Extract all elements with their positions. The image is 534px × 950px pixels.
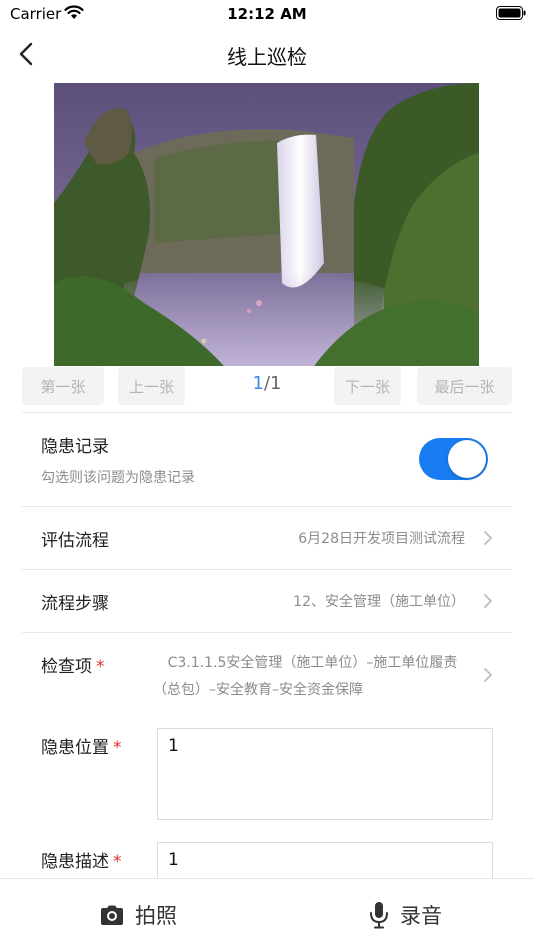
toggle-knob [448, 440, 486, 478]
divider [22, 632, 512, 633]
evaluation-flow-value[interactable]: 6月28日开发项目测试流程 [298, 528, 465, 548]
hazard-location-label-text: 隐患位置 [41, 738, 109, 758]
take-photo-label: 拍照 [135, 904, 177, 928]
hazard-description-input[interactable]: 1 [157, 842, 493, 882]
required-mark: * [113, 738, 122, 758]
hazard-record-toggle[interactable] [419, 438, 488, 480]
chevron-right-icon[interactable] [482, 592, 494, 610]
hazard-location-label: 隐患位置 * [41, 733, 122, 758]
divider [22, 569, 512, 570]
waterfall-landscape-image [54, 83, 479, 366]
bottom-action-bar: 拍照 录音 [0, 878, 534, 950]
microphone-icon [370, 902, 388, 929]
check-item-label: 检查项 * [41, 652, 105, 677]
flow-step-value[interactable]: 12、安全管理（施工单位） [293, 591, 465, 611]
nav-bar: 线上巡检 [0, 28, 534, 80]
record-audio-label: 录音 [400, 904, 442, 928]
current-page: 1 [252, 373, 264, 394]
camera-icon [101, 905, 123, 925]
hazard-record-hint: 勾选则该问题为隐患记录 [41, 470, 195, 486]
page-title: 线上巡检 [227, 45, 307, 69]
check-item-value-line1: C3.1.1.5安全管理（施工单位）–施工单位履责 [167, 655, 458, 671]
evaluation-flow-label: 评估流程 [41, 531, 109, 551]
clock: 12:12 AM [227, 5, 307, 23]
chevron-right-icon[interactable] [482, 529, 494, 547]
check-item-value-line2: （总包）–安全教育–安全资金保障 [153, 682, 363, 698]
status-bar: Carrier 12:12 AM [0, 0, 534, 28]
divider [22, 506, 512, 507]
hazard-description-label: 隐患描述 * [41, 847, 122, 872]
next-photo-button[interactable]: 下一张 [334, 367, 401, 405]
battery-icon [496, 6, 526, 20]
hazard-record-label: 隐患记录 [41, 437, 109, 457]
divider [22, 412, 512, 413]
flow-step-label: 流程步骤 [41, 594, 109, 614]
hazard-location-input[interactable]: 1 [157, 728, 493, 820]
photo-pager: 第一张 上一张 1/1 下一张 最后一张 [22, 367, 512, 405]
check-item-label-text: 检查项 [41, 657, 92, 677]
record-audio-button[interactable]: 录音 [368, 879, 442, 950]
required-mark: * [96, 657, 105, 677]
check-item-value[interactable]: C3.1.1.5安全管理（施工单位）–施工单位履责 （总包）–安全教育–安全资金… [150, 650, 475, 704]
required-mark: * [113, 852, 122, 872]
take-photo-button[interactable]: 拍照 [99, 879, 177, 950]
chevron-right-icon[interactable] [482, 666, 494, 684]
inspection-photo[interactable] [54, 83, 479, 366]
last-photo-button[interactable]: 最后一张 [417, 367, 512, 405]
total-pages: /1 [263, 373, 282, 394]
hazard-description-label-text: 隐患描述 [41, 852, 109, 872]
